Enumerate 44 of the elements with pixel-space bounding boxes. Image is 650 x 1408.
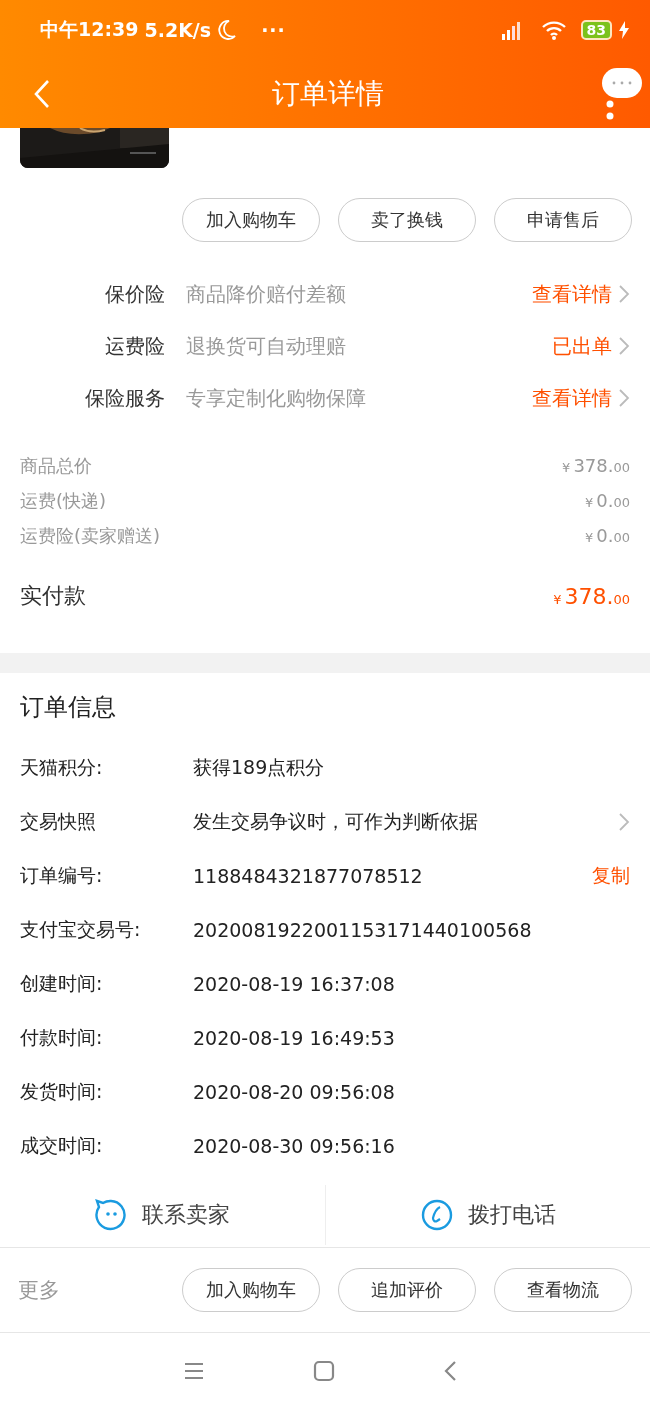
price-amount: ¥378.00 (553, 583, 630, 609)
more-dots: ··· (261, 19, 286, 41)
info-label: 交易快照 (20, 809, 97, 834)
pill-button[interactable]: 追加评价 (338, 1268, 476, 1312)
info-label: 天猫积分: (20, 755, 104, 780)
price-label: 运费险(卖家赠送) (20, 523, 161, 548)
pill-button[interactable]: 查看物流 (494, 1268, 632, 1312)
contact-button[interactable]: 联系卖家 (0, 1183, 325, 1247)
price-label: 运费(快递) (20, 488, 107, 513)
info-value: 2020-08-30 09:56:16 (193, 1135, 396, 1157)
battery-level: 83 (580, 20, 612, 40)
service-label: 保险服务 (84, 384, 165, 412)
pill-button[interactable]: 申请售后 (494, 198, 632, 242)
page-title: 订单详情 (271, 76, 385, 112)
info-value: 2020-08-19 16:49:53 (193, 1027, 396, 1049)
price-amount: ¥ 0.00 (585, 525, 630, 546)
status-time: 中午12:39 (40, 17, 139, 42)
price-label: 商品总价 (20, 453, 92, 478)
service-label: 保价险 (104, 280, 165, 308)
info-label: 成交时间: (20, 1133, 104, 1158)
service-description: 专享定制化购物保障 (186, 384, 367, 412)
section-title: 订单信息 (20, 692, 117, 723)
service-label: 运费险 (104, 332, 165, 360)
info-value: 发生交易争议时，可作为判断依据 (193, 809, 479, 834)
info-label: 支付宝交易号: (20, 917, 142, 942)
info-label: 付款时间: (20, 1025, 104, 1050)
info-label: 发货时间: (20, 1079, 104, 1104)
contact-button[interactable]: 拨打电话 (324, 1185, 650, 1245)
info-value: 2020081922001153171440100568 (193, 919, 533, 941)
info-value: 2020-08-19 16:37:08 (193, 973, 396, 995)
pill-button[interactable]: 加入购物车 (182, 198, 320, 242)
pill-button[interactable]: 卖了换钱 (338, 198, 476, 242)
price-amount: ¥ 0.00 (585, 490, 630, 511)
info-label: 订单编号: (20, 863, 104, 888)
total-label: 实付款 (20, 582, 86, 610)
info-value: 获得189点积分 (193, 755, 326, 780)
price-amount: ¥ 378.00 (562, 455, 630, 476)
info-label: 创建时间: (20, 971, 104, 996)
pill-button[interactable]: 加入购物车 (182, 1268, 320, 1312)
info-value: 1188484321877078512 (193, 865, 424, 887)
service-description: 商品降价赔付差额 (186, 280, 347, 308)
info-value: 2020-08-20 09:56:08 (193, 1081, 396, 1103)
service-description: 退换货可自动理赔 (186, 332, 347, 360)
network-speed: 5.2K/s (144, 19, 212, 41)
